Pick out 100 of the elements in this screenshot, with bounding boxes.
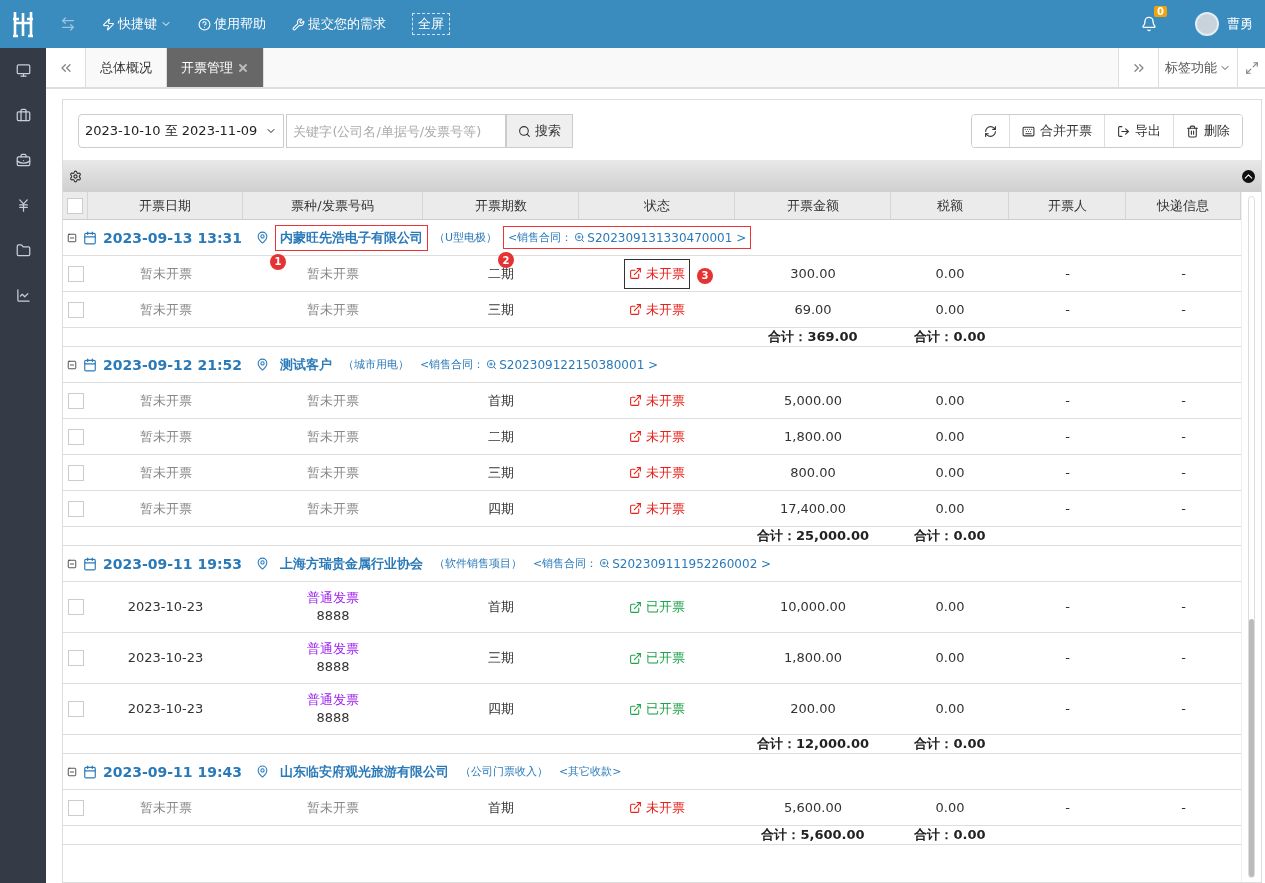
avatar[interactable] [1195,12,1219,36]
customer-name[interactable]: 山东临安府观光旅游有限公司 [275,758,454,785]
location-icon [256,557,269,570]
tax-total: 合计：0.00 [914,527,986,545]
scrollbar-thumb[interactable] [1249,618,1254,877]
row-checkbox[interactable] [67,500,84,517]
expand-icon [1244,60,1259,75]
user-name[interactable]: 曹勇 [1227,15,1253,33]
period: 三期 [488,463,514,482]
amount: 200.00 [790,700,836,718]
issuer: - [1065,264,1070,283]
row-checkbox[interactable] [67,701,84,717]
issuer: - [1065,700,1070,718]
status-link[interactable]: 未开票 [624,457,690,488]
external-link-icon [629,801,642,814]
tax-total: 合计：0.00 [914,826,986,844]
invoice-number: 8888 [316,658,350,676]
search-button[interactable]: 搜索 [506,114,574,148]
period: 四期 [488,700,514,718]
express-info: - [1181,649,1186,667]
row-checkbox[interactable] [67,265,84,282]
period: 首期 [488,598,514,616]
amount: 1,800.00 [784,649,842,667]
contract-label: <销售合同： [420,357,485,372]
project-name: （公司门票收入） [460,764,548,779]
amount-total: 合计：5,600.00 [761,826,865,844]
express-info: - [1181,598,1186,616]
tab-menu-button[interactable]: 标签功能 [1158,48,1237,87]
group-datetime: 2023-09-12 21:52 [103,356,242,373]
row-checkbox[interactable] [67,301,84,318]
invoice-type: 暂未开票 [307,798,359,817]
amount: 1,800.00 [784,427,842,446]
customer-name[interactable]: 上海方瑞贵金属行业协会 [275,550,428,577]
keyword-field[interactable]: 关键字(公司名/单据号/发票号等) [286,114,507,148]
select-all-checkbox[interactable] [67,197,83,214]
amount-total: 合计：12,000.00 [756,735,870,753]
delete-button[interactable]: 删除 [1173,115,1242,147]
period: 二期 [488,427,514,446]
menu-link[interactable]: 提交您的需求 [292,15,386,33]
fullscreen-link[interactable]: 全屏 [412,13,450,35]
tab[interactable]: 开票管理 [167,48,264,87]
status-link[interactable]: 未开票 [624,493,690,524]
express-info: - [1181,391,1186,410]
location-icon [256,765,269,778]
issuer: - [1065,598,1070,616]
amount-total: 合计：369.00 [768,328,858,346]
issuer: - [1065,300,1070,319]
status-link[interactable]: 未开票 [624,792,690,823]
row-checkbox[interactable] [67,392,84,409]
contract-link[interactable]: S202309131330470001 > [587,230,747,245]
tax: 0.00 [935,798,965,817]
group-datetime: 2023-09-11 19:53 [103,555,242,572]
contract-link[interactable]: S202309111952260002 > [612,556,772,571]
contract-label: <销售合同： [533,556,598,571]
status-link[interactable]: 未开票 [624,421,690,452]
status-link[interactable]: 已开票 [624,592,690,622]
collapse-icon[interactable] [1242,169,1255,183]
tax: 0.00 [935,427,965,446]
status-link[interactable]: 未开票 [624,385,690,416]
external-link-icon [629,600,642,614]
settings-icon[interactable] [69,169,82,183]
invoice-date: 暂未开票 [139,391,192,410]
row-checkbox[interactable] [67,650,84,666]
swap-icon[interactable] [60,16,76,32]
row-checkbox[interactable] [67,428,84,445]
wrench-icon [292,17,305,31]
amount: 17,400.00 [779,499,847,518]
contract-label: <销售合同： [508,230,573,245]
column-header: 开票期数 [423,192,579,219]
column-header: 开票金额 [735,192,891,219]
lightning-icon [102,17,115,31]
contract-label: <其它收款> [559,764,622,779]
row-checkbox[interactable] [67,799,84,816]
close-icon[interactable] [237,61,249,74]
column-header: 票种/发票号码 [243,192,423,219]
invoice-date: 暂未开票 [139,427,192,446]
contract-link[interactable]: S202309122150380001 > [499,357,659,372]
express-info: - [1181,427,1186,446]
status-link[interactable]: 未开票 [624,294,690,325]
issuer: - [1065,649,1070,667]
invoice-date: 暂未开票 [139,798,192,817]
amount: 800.00 [790,463,836,482]
menu-link[interactable]: 使用帮助 [198,15,266,33]
invoice-date: 2023-10-23 [127,598,204,616]
issuer: - [1065,427,1070,446]
customer-name[interactable]: 测试客户 [275,351,337,378]
scroll-right-button[interactable] [1118,48,1158,87]
row-checkbox[interactable] [67,464,84,481]
status-link[interactable]: 已开票 [624,694,690,724]
column-header: 快递信息 [1126,192,1241,219]
column-header: 税额 [891,192,1009,219]
bell-icon[interactable] [1141,16,1157,32]
invoice-type: 暂未开票 [307,463,359,482]
date-range-select[interactable]: 2023-10-10 至 2023-11-09 [78,114,285,148]
menu-link[interactable]: 快捷键 [102,15,172,33]
status-link[interactable]: 已开票 [624,643,690,673]
fullscreen-button[interactable] [1237,48,1265,87]
row-checkbox[interactable] [67,599,84,615]
invoice-date: 暂未开票 [139,499,192,518]
annotation-marker: 1 [270,253,286,270]
